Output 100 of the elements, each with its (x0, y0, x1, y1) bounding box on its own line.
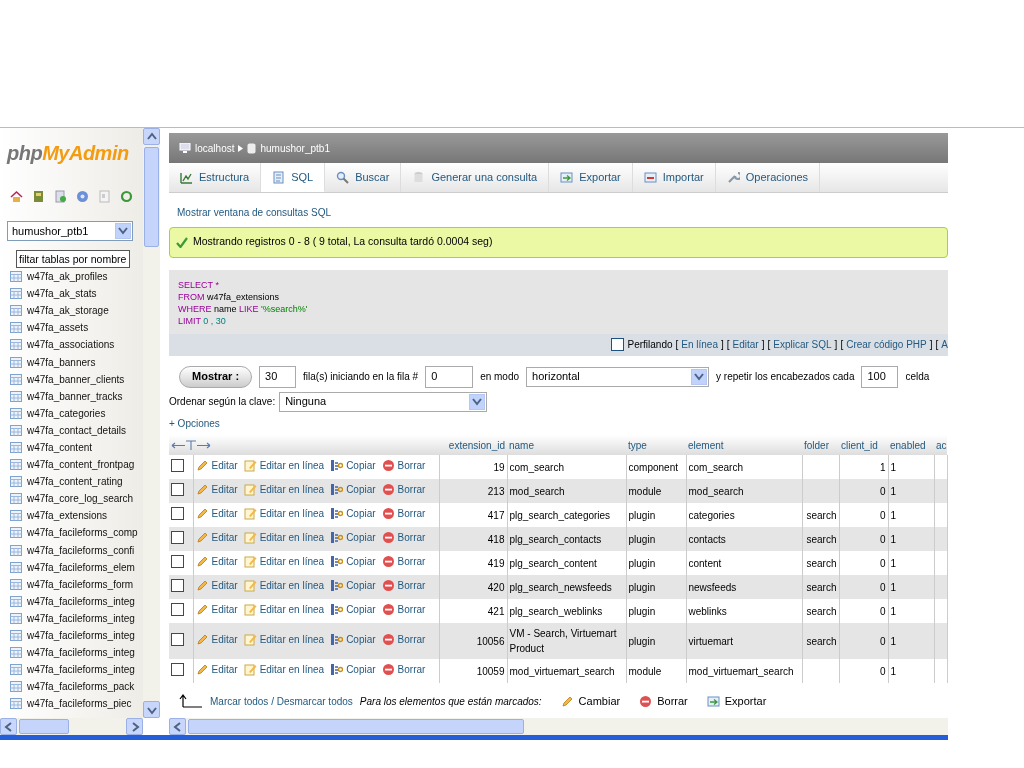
action-link[interactable]: Borrar (397, 662, 426, 677)
action-link[interactable]: Borrar (397, 458, 426, 473)
logo[interactable]: phpMyAdmin (7, 138, 143, 168)
action-link[interactable]: Editar (211, 554, 238, 569)
table-link[interactable]: w47fa_contact_details (27, 422, 126, 438)
help-icon[interactable] (76, 190, 89, 203)
checkbox[interactable] (171, 554, 184, 568)
query-action-link[interactable]: Crear código PHP (846, 337, 927, 352)
action-link[interactable]: Editar (211, 602, 238, 617)
tab[interactable]: SQL (261, 163, 326, 192)
action-link[interactable]: Editar (211, 578, 238, 593)
action-link[interactable]: Editar (211, 632, 238, 647)
table-link[interactable]: w47fa_ak_storage (27, 303, 109, 319)
action-button[interactable]: Cambiar (560, 693, 621, 710)
start-field[interactable]: 0 (425, 365, 474, 388)
checkbox[interactable] (171, 578, 184, 592)
action-link[interactable]: Borrar (397, 578, 426, 593)
show-button[interactable]: Mostrar : (179, 365, 253, 388)
table-link[interactable]: w47fa_facileforms_elem (27, 559, 135, 575)
check-all-link[interactable]: Marcar todos / Desmarcar todos (210, 693, 353, 709)
table-link[interactable]: w47fa_facileforms_integ (27, 645, 135, 661)
scroll-down-button[interactable] (143, 701, 160, 718)
action-button[interactable]: Exportar (706, 693, 767, 710)
table-link[interactable]: w47fa_content (27, 440, 93, 455)
action-link[interactable]: Borrar (397, 632, 426, 647)
sort-select[interactable]: Ninguna (279, 391, 488, 412)
action-link[interactable]: Borrar (397, 482, 426, 497)
checkbox[interactable] (171, 506, 184, 520)
table-link[interactable]: w47fa_facileforms_integ (27, 662, 135, 678)
checkbox[interactable] (171, 530, 184, 544)
action-link[interactable]: Copiar (346, 632, 376, 647)
scroll-right-button[interactable] (126, 718, 143, 735)
action-link[interactable]: Editar en línea (259, 578, 325, 593)
action-link[interactable]: Copiar (346, 458, 376, 473)
action-link[interactable]: Copiar (346, 602, 376, 617)
action-link[interactable]: Editar (211, 530, 238, 545)
table-link[interactable]: w47fa_banner_clients (27, 371, 125, 387)
column-header[interactable]: type (626, 435, 686, 455)
query-action-link[interactable]: Editar (732, 337, 759, 352)
options-link[interactable]: + Opciones (169, 415, 220, 431)
action-link[interactable]: Copiar (346, 662, 376, 677)
action-link[interactable]: Editar (211, 482, 238, 497)
checkbox[interactable] (171, 482, 184, 496)
table-link[interactable]: w47fa_banner_tracks (27, 388, 123, 404)
tab[interactable]: Generar una consulta (401, 163, 550, 192)
action-link[interactable]: Editar en línea (259, 554, 325, 569)
action-link[interactable]: Copiar (346, 554, 376, 569)
tab[interactable]: Exportar (549, 163, 633, 192)
breadcrumb-link[interactable]: humushor_ptb1 (260, 140, 330, 156)
table-link[interactable]: w47fa_ak_profiles (27, 269, 108, 285)
action-link[interactable]: Editar en línea (259, 458, 325, 473)
tab[interactable]: Buscar (325, 163, 402, 192)
table-link[interactable]: w47fa_content_frontpag (27, 457, 135, 473)
query-window-link[interactable]: Mostrar ventana de consultas SQL (177, 205, 331, 220)
database-select[interactable]: humushor_ptb1 (7, 221, 133, 241)
action-link[interactable]: Editar en línea (259, 662, 325, 677)
breadcrumb-link[interactable]: localhost (195, 140, 235, 156)
action-link[interactable]: Editar (211, 506, 238, 521)
scroll-thumb[interactable] (188, 719, 524, 734)
action-link[interactable]: Editar en línea (259, 482, 325, 497)
action-link[interactable]: Borrar (397, 530, 426, 545)
vertical-scrollbar[interactable] (143, 128, 160, 718)
horizontal-scrollbar[interactable] (169, 718, 948, 735)
filter-field[interactable]: filtar tablas por nombre (16, 250, 130, 268)
checkbox[interactable] (171, 632, 184, 646)
action-link[interactable]: Editar (211, 662, 238, 677)
database-icon[interactable] (32, 190, 45, 203)
document-icon[interactable] (54, 190, 67, 203)
action-link[interactable]: Editar en línea (259, 632, 325, 647)
action-link[interactable]: Copiar (346, 530, 376, 545)
tab[interactable]: Importar (632, 163, 716, 192)
action-link[interactable]: Borrar (397, 602, 426, 617)
scroll-thumb[interactable] (19, 719, 69, 734)
column-header[interactable]: ac (934, 435, 947, 455)
scroll-left-button[interactable] (0, 718, 17, 735)
table-link[interactable]: w47fa_assets (27, 320, 89, 336)
rows-field[interactable]: 30 (259, 365, 297, 388)
action-link[interactable]: Editar en línea (259, 602, 325, 617)
action-link[interactable]: Editar (211, 458, 238, 473)
table-link[interactable]: w47fa_facileforms_pack (27, 679, 135, 695)
table-link[interactable]: w47fa_extensions (27, 508, 108, 524)
table-link[interactable]: w47fa_facileforms_integ (27, 593, 135, 609)
scroll-left-button[interactable] (169, 718, 186, 735)
action-link[interactable]: Editar en línea (259, 506, 325, 521)
column-header[interactable]: element (686, 435, 802, 455)
tab[interactable]: Operaciones (715, 163, 821, 192)
checkbox[interactable] (171, 602, 184, 616)
table-link[interactable]: w47fa_core_log_search (27, 491, 134, 507)
column-header[interactable]: extension_id (439, 435, 507, 455)
checkbox[interactable] (171, 458, 184, 472)
table-link[interactable]: w47fa_banners (27, 354, 96, 370)
query-action-link[interactable]: A (941, 337, 948, 352)
table-link[interactable]: w47fa_facileforms_comp (27, 525, 138, 541)
table-link[interactable]: w47fa_content_rating (27, 474, 123, 490)
repeat-field[interactable]: 100 (861, 365, 899, 388)
mode-select[interactable]: horizontal (526, 366, 710, 387)
action-link[interactable]: Copiar (346, 482, 376, 497)
action-button[interactable]: Borrar (639, 693, 688, 710)
action-link[interactable]: Borrar (397, 554, 426, 569)
query-action-link[interactable]: Explicar SQL (773, 337, 832, 352)
